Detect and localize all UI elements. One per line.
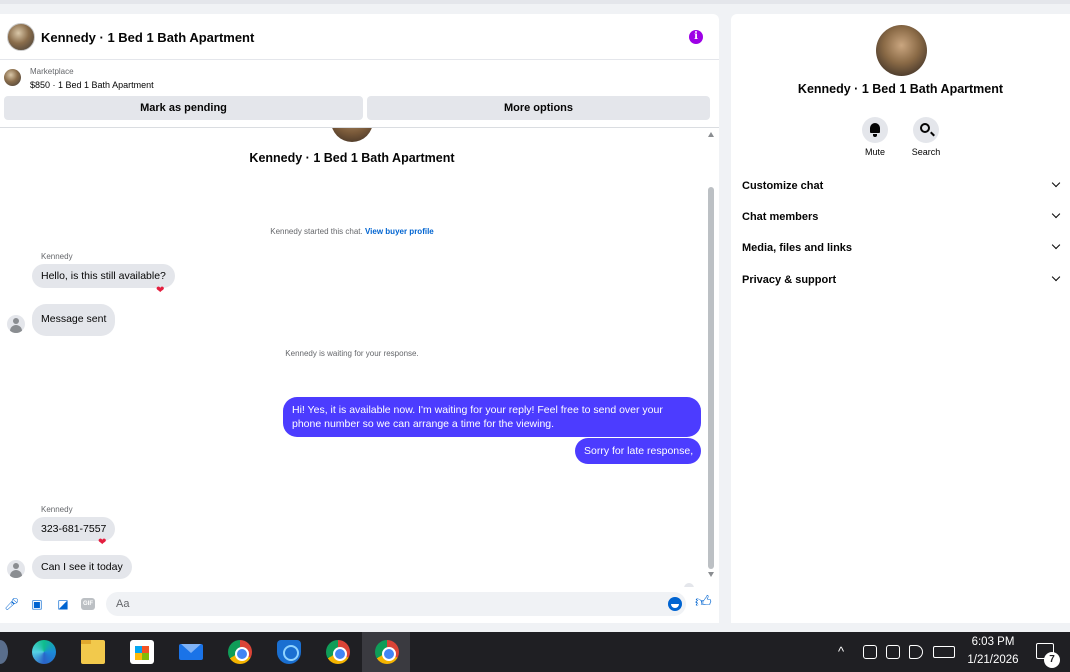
search-button[interactable] [913, 117, 939, 143]
listing-price[interactable]: $850 · 1 Bed 1 Bath Apartment [30, 80, 154, 90]
meet-now-icon[interactable] [863, 645, 877, 659]
listing-avatar-large[interactable] [876, 25, 927, 76]
mute-button[interactable] [862, 117, 888, 143]
search-label: Search [911, 147, 941, 157]
taskbar-store[interactable] [117, 632, 165, 672]
listing-title: Kennedy · 1 Bed 1 Bath Apartment [249, 151, 455, 165]
scrollbar-thumb[interactable] [708, 187, 714, 569]
mark-as-pending-button[interactable]: Mark as pending [4, 96, 363, 120]
view-buyer-profile-link[interactable]: View buyer profile [365, 227, 434, 236]
notification-count-badge: 7 [1044, 652, 1060, 668]
user-avatar-icon [7, 560, 25, 578]
chrome-icon [375, 640, 399, 664]
marketplace-label: Marketplace [30, 67, 74, 76]
shield-icon [277, 640, 301, 664]
mute-label: Mute [864, 147, 885, 157]
chat-header: Kennedy · 1 Bed 1 Bath Apartment i [0, 14, 719, 60]
folder-icon [81, 640, 105, 664]
taskbar-mail[interactable] [166, 632, 214, 672]
section-label: Media, files and links [742, 242, 853, 254]
heart-reaction-icon[interactable]: ❤ [156, 286, 164, 296]
scroll-down-arrow-icon[interactable] [708, 572, 714, 577]
marketplace-listing-thumbnail [4, 69, 21, 86]
section-privacy-support[interactable]: Privacy & support [742, 270, 1062, 290]
section-customize-chat[interactable]: Customize chat [742, 176, 1062, 196]
sticker-icon[interactable]: ◪ [56, 597, 70, 611]
chevron-down-icon [1051, 209, 1061, 219]
bell-icon [870, 123, 880, 137]
scrollbar[interactable] [707, 132, 716, 582]
chrome-icon [326, 640, 350, 664]
chat-details-panel: Kennedy · 1 Bed 1 Bath Apartment Mute Se… [731, 14, 1070, 623]
chevron-down-icon [1051, 178, 1061, 188]
photo-icon[interactable]: ▣ [30, 597, 44, 611]
message-list[interactable]: Kennedy · 1 Bed 1 Bath Apartment Kennedy… [0, 128, 719, 587]
network-icon[interactable] [886, 645, 900, 659]
taskbar-file-explorer[interactable] [68, 632, 116, 672]
listing-avatar[interactable] [7, 23, 35, 51]
taskbar-edge[interactable] [19, 632, 67, 672]
info-icon[interactable]: i [689, 30, 703, 44]
top-strip [0, 0, 1070, 4]
clock-time[interactable]: 6:03 PM [965, 636, 1021, 648]
emoji-icon[interactable] [668, 597, 682, 611]
message-bubble[interactable]: Can I see it today [32, 555, 132, 579]
seen-receipt-icon [684, 583, 694, 587]
sender-name: Kennedy [41, 252, 73, 261]
chevron-down-icon [1051, 272, 1061, 282]
scroll-up-arrow-icon[interactable] [708, 132, 714, 137]
message-input[interactable] [106, 592, 686, 616]
thumbs-up-icon[interactable]: 👍︎ [695, 594, 712, 612]
chat-panel: Kennedy · 1 Bed 1 Bath Apartment i Marke… [0, 14, 719, 623]
section-label: Customize chat [742, 180, 824, 192]
search-icon [920, 123, 930, 133]
mail-icon [179, 644, 203, 660]
message-bubble-outgoing[interactable]: Hi! Yes, it is available now. I'm waitin… [283, 397, 701, 437]
chrome-icon [228, 640, 252, 664]
keyboard-icon[interactable] [933, 646, 955, 658]
message-bubble[interactable]: Hello, is this still available? [32, 264, 175, 288]
taskbar-chrome-1[interactable] [215, 632, 263, 672]
chat-title[interactable]: Kennedy · 1 Bed 1 Bath Apartment [41, 30, 254, 45]
chevron-down-icon [1051, 240, 1061, 250]
sender-name: Kennedy [41, 505, 73, 514]
message-bubble-outgoing[interactable]: Sorry for late response, [575, 438, 701, 464]
app-icon-partial[interactable] [0, 640, 8, 664]
taskbar-chrome-2[interactable] [313, 632, 361, 672]
show-hidden-icons-chevron-icon[interactable]: ^ [838, 632, 844, 672]
edge-icon [32, 640, 56, 664]
waiting-notice: Kennedy is waiting for your response. [285, 349, 419, 358]
store-icon [130, 640, 154, 664]
chat-started-notice: Kennedy started this chat. View buyer pr… [0, 227, 704, 236]
microphone-icon[interactable]: 🎤︎ [4, 597, 19, 611]
gif-icon[interactable]: GIF [81, 598, 95, 610]
heart-reaction-icon[interactable]: ❤ [98, 538, 106, 548]
chat-started-text: Kennedy started this chat. [270, 227, 363, 236]
section-label: Privacy & support [742, 274, 837, 286]
section-label: Chat members [742, 211, 819, 223]
volume-icon[interactable] [909, 645, 923, 659]
taskbar-chrome-3[interactable] [362, 632, 410, 672]
user-avatar-icon [7, 315, 25, 333]
message-bubble[interactable]: Message sent [32, 304, 116, 336]
clock-date[interactable]: 1/21/2026 [965, 654, 1021, 666]
more-options-button[interactable]: More options [367, 96, 710, 120]
section-media-files-links[interactable]: Media, files and links [742, 238, 1062, 258]
composer-bar: 🎤︎ ▣ ◪ GIF 👍︎ [0, 588, 719, 623]
taskbar-security[interactable] [264, 632, 312, 672]
listing-photo [331, 128, 373, 142]
section-chat-members[interactable]: Chat members [742, 207, 1062, 227]
details-title: Kennedy · 1 Bed 1 Bath Apartment [797, 82, 1004, 96]
